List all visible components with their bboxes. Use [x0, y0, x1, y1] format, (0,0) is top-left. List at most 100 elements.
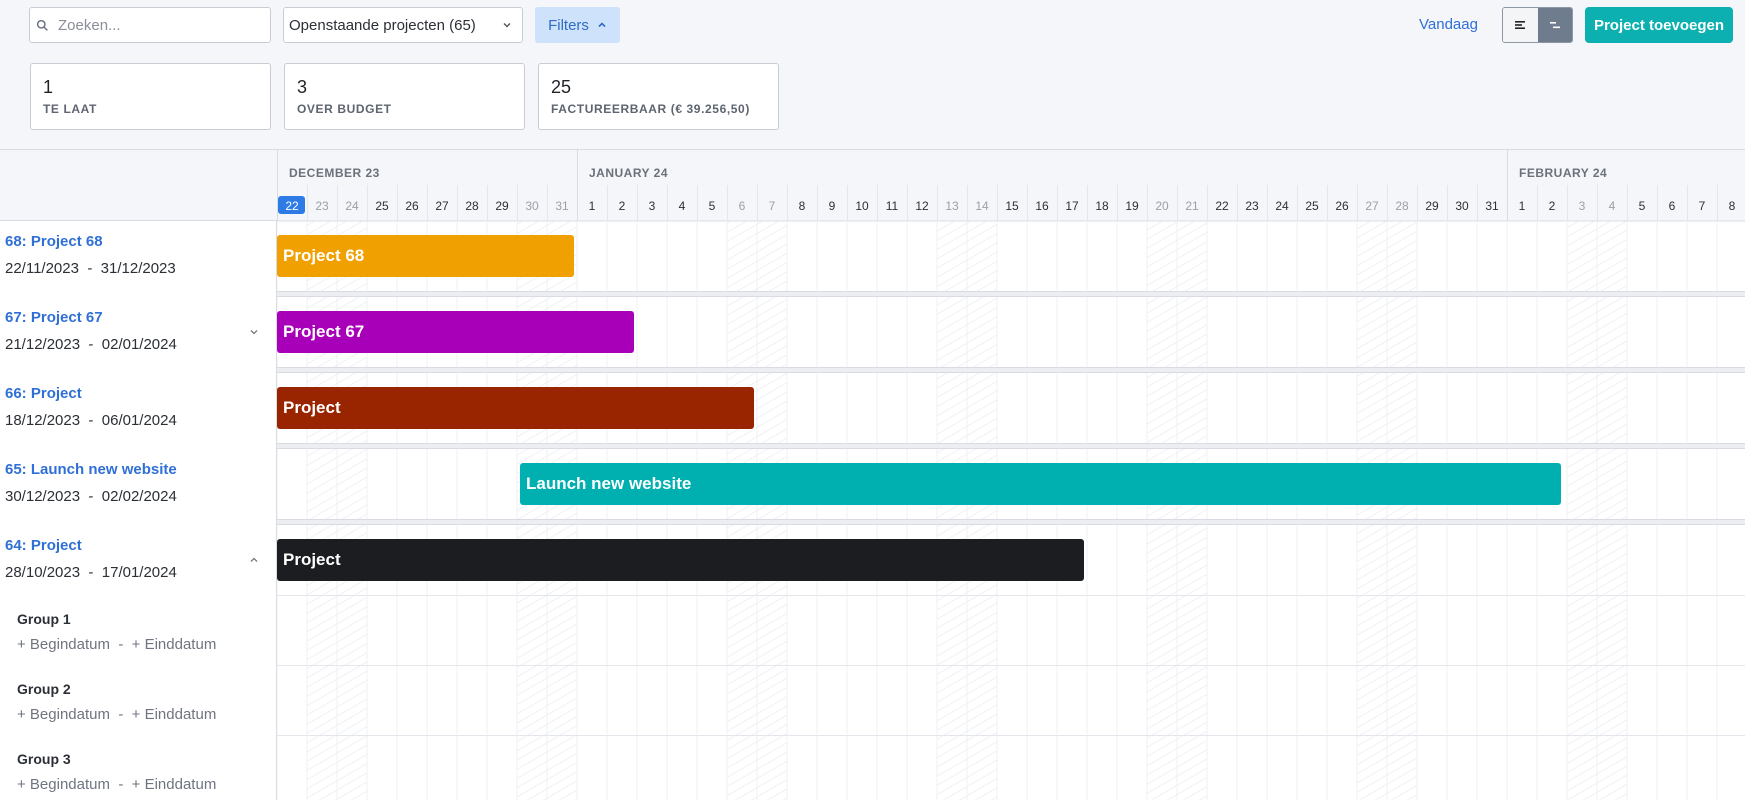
search-input[interactable] — [58, 16, 248, 34]
project-row-67: 67: Project 67 21/12/2023 - 02/01/2024 — [0, 297, 277, 367]
day-label: 28 — [465, 199, 479, 213]
list-view-button[interactable] — [1503, 8, 1538, 42]
project-start-date[interactable]: 28/10/2023 — [5, 564, 80, 581]
project-title-link[interactable]: 67: Project 67 — [5, 309, 103, 326]
day-label: 26 — [1335, 199, 1349, 213]
date-separator: - — [118, 706, 124, 723]
add-start-date[interactable]: + Begindatum — [17, 706, 110, 723]
day-label: 22 — [1215, 199, 1229, 213]
weekend-column — [1597, 221, 1627, 800]
day-label: 25 — [1305, 199, 1319, 213]
day-label: 30 — [1455, 199, 1469, 213]
day-label: 13 — [945, 199, 959, 213]
chevron-up-icon — [598, 22, 606, 28]
group-name[interactable]: Group 1 — [17, 611, 71, 627]
weekend-column — [1147, 221, 1177, 800]
bar-label: Launch new website — [526, 474, 692, 493]
project-end-date[interactable]: 02/02/2024 — [102, 488, 177, 505]
day-label: 12 — [915, 199, 929, 213]
add-start-date[interactable]: + Begindatum — [17, 776, 110, 793]
project-end-date[interactable]: 31/12/2023 — [101, 260, 176, 277]
filters-button[interactable]: Filters — [535, 7, 620, 43]
weekend-column — [307, 221, 337, 800]
project-status-select[interactable]: Openstaande projecten (65) — [283, 7, 523, 43]
project-bar-64[interactable]: Project — [277, 539, 1084, 581]
chevron-down-icon — [503, 23, 511, 28]
bar-label: Project 68 — [283, 246, 365, 265]
day-label: 23 — [315, 199, 329, 213]
day-label: 25 — [375, 199, 389, 213]
day-label: 27 — [1365, 199, 1379, 213]
day-label: 19 — [1125, 199, 1139, 213]
day-label: 5 — [709, 199, 716, 213]
date-separator: - — [87, 260, 93, 277]
project-row-68: 68: Project 68 22/11/2023 - 31/12/2023 — [0, 221, 277, 291]
project-start-date[interactable]: 18/12/2023 — [5, 412, 80, 429]
project-bar-65[interactable]: Launch new website — [520, 463, 1561, 505]
gantt-icon — [1549, 22, 1560, 29]
chevron-up-icon[interactable] — [249, 555, 259, 565]
stat-card-over-budget[interactable]: 3 OVER BUDGET — [284, 63, 525, 130]
day-label: 22 — [285, 199, 299, 213]
project-list-column: 68: Project 68 22/11/2023 - 31/12/2023 6… — [0, 150, 277, 800]
date-separator: - — [88, 336, 94, 353]
day-label: 3 — [1579, 199, 1586, 213]
day-label: 26 — [405, 199, 419, 213]
month-label: DECEMBER 23 — [289, 166, 380, 180]
stat-value: 25 — [551, 77, 572, 97]
day-label: 2 — [1549, 199, 1556, 213]
project-title-link[interactable]: 65: Launch new website — [5, 461, 177, 478]
day-label: 6 — [739, 199, 746, 213]
add-end-date[interactable]: + Einddatum — [132, 636, 217, 653]
project-title-link[interactable]: 68: Project 68 — [5, 233, 103, 250]
stat-label: OVER BUDGET — [297, 102, 392, 116]
project-bar-66[interactable]: Project — [277, 387, 754, 429]
project-end-date[interactable]: 06/01/2024 — [102, 412, 177, 429]
search-box[interactable] — [29, 7, 271, 43]
app-root: Openstaande projecten (65) Filters Vanda… — [0, 0, 1745, 800]
stat-value: 3 — [297, 77, 308, 97]
project-title-link[interactable]: 66: Project — [5, 385, 82, 402]
day-label: 31 — [1485, 199, 1499, 213]
group-name[interactable]: Group 3 — [17, 751, 71, 767]
group-row-3: Group 3 + Begindatum - + Einddatum — [0, 736, 277, 800]
weekend-column — [1387, 221, 1417, 800]
project-bar-68[interactable]: Project 68 — [277, 235, 574, 277]
bar-label: Project 67 — [283, 322, 365, 341]
search-icon — [36, 19, 48, 31]
project-start-date[interactable]: 21/12/2023 — [5, 336, 80, 353]
stat-label: FACTUREERBAAR (€ 39.256,50) — [551, 102, 750, 116]
day-label: 11 — [886, 199, 899, 213]
project-start-date[interactable]: 22/11/2023 — [5, 260, 79, 277]
project-dates: 18/12/2023 - 06/01/2024 — [5, 412, 177, 429]
day-label: 31 — [555, 199, 569, 213]
date-separator: - — [118, 776, 124, 793]
today-link[interactable]: Vandaag — [1419, 16, 1478, 33]
chevron-down-icon[interactable] — [249, 327, 259, 337]
project-start-date[interactable]: 30/12/2023 — [5, 488, 80, 505]
day-label: 10 — [855, 199, 869, 213]
group-name[interactable]: Group 2 — [17, 681, 71, 697]
project-title-link[interactable]: 64: Project — [5, 537, 82, 554]
day-label: 17 — [1065, 199, 1079, 213]
add-project-button[interactable]: Project toevoegen — [1585, 7, 1733, 43]
stat-card-late[interactable]: 1 TE LAAT — [30, 63, 271, 130]
weekend-column — [337, 221, 367, 800]
add-start-date[interactable]: + Begindatum — [17, 636, 110, 653]
timeline-view-button[interactable] — [1537, 8, 1572, 42]
day-label: 30 — [525, 199, 539, 213]
day-label: 7 — [1699, 199, 1706, 213]
stat-label: TE LAAT — [43, 102, 97, 116]
add-end-date[interactable]: + Einddatum — [132, 776, 217, 793]
project-dates: 22/11/2023 - 31/12/2023 — [5, 260, 176, 277]
group-dates: + Begindatum - + Einddatum — [17, 776, 216, 793]
stat-card-billable[interactable]: 25 FACTUREERBAAR (€ 39.256,50) — [538, 63, 779, 130]
date-separator: - — [88, 412, 94, 429]
day-label: 29 — [1425, 199, 1439, 213]
weekend-column — [1567, 221, 1597, 800]
day-label: 29 — [495, 199, 509, 213]
project-end-date[interactable]: 02/01/2024 — [102, 336, 177, 353]
add-end-date[interactable]: + Einddatum — [132, 706, 217, 723]
project-bar-67[interactable]: Project 67 — [277, 311, 634, 353]
project-end-date[interactable]: 17/01/2024 — [102, 564, 177, 581]
